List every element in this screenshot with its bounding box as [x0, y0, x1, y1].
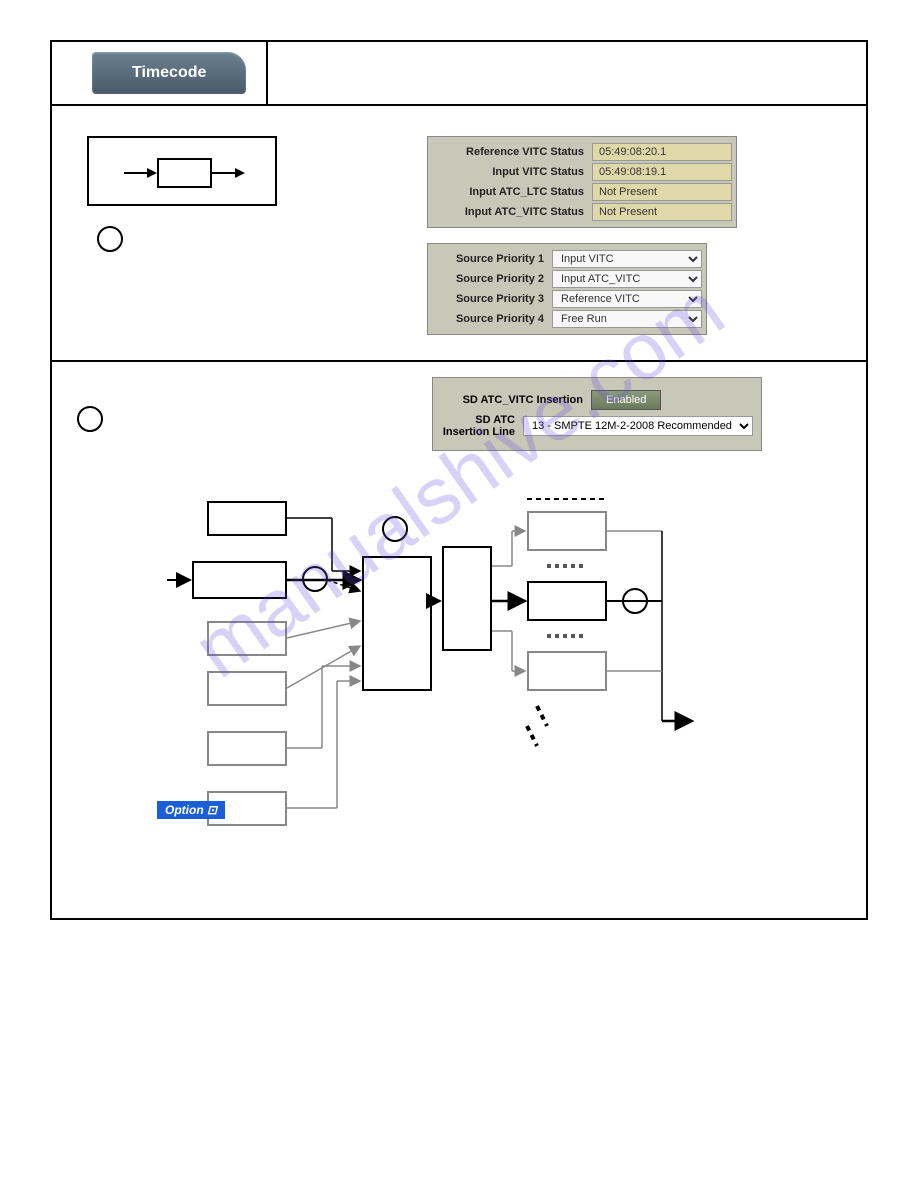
status-label: Input VITC Status — [432, 166, 592, 178]
status-label: Input ATC_LTC Status — [432, 186, 592, 198]
main-frame: Timecode Refe — [50, 40, 868, 920]
annotation-circle-a — [97, 226, 123, 252]
status-value: 05:49:08:19.1 — [592, 163, 732, 181]
process-box — [157, 158, 212, 188]
arrowhead-icon — [147, 168, 157, 178]
status-panel: Reference VITC Status 05:49:08:20.1 Inpu… — [427, 136, 737, 228]
mux-box — [362, 556, 432, 691]
source-box-2 — [192, 561, 287, 599]
output-box-1 — [527, 511, 607, 551]
flow-arrows — [72, 481, 846, 841]
section-divider — [52, 360, 866, 362]
priority-select-1[interactable]: Input VITC — [552, 250, 702, 268]
insertion-label: SD ATC_VITC Insertion — [441, 394, 591, 406]
annotation-circle-e — [622, 588, 648, 614]
header-row: Timecode — [52, 42, 866, 106]
output-box-2 — [527, 581, 607, 621]
option-badge: Option ⊡ — [157, 801, 225, 819]
status-value: Not Present — [592, 203, 732, 221]
status-value: Not Present — [592, 183, 732, 201]
priority-label: Source Priority 2 — [432, 273, 552, 285]
output-box-3 — [527, 651, 607, 691]
arrowhead-icon — [235, 168, 245, 178]
source-box-1 — [207, 501, 287, 536]
insertion-label: SD ATC Insertion Line — [441, 414, 523, 438]
annotation-circle-c — [302, 566, 328, 592]
source-box-4 — [207, 671, 287, 706]
priority-select-2[interactable]: Input ATC_VITC — [552, 270, 702, 288]
input-block-diagram — [87, 136, 277, 206]
source-box-3 — [207, 621, 287, 656]
source-box-5 — [207, 731, 287, 766]
priority-label: Source Priority 4 — [432, 313, 552, 325]
status-label: Input ATC_VITC Status — [432, 206, 592, 218]
priority-panel: Source Priority 1 Input VITC Source Prio… — [427, 243, 707, 335]
enabled-button[interactable]: Enabled — [591, 390, 661, 410]
flow-diagram: Option ⊡ — [72, 481, 846, 841]
priority-select-4[interactable]: Free Run — [552, 310, 702, 328]
priority-label: Source Priority 1 — [432, 253, 552, 265]
status-value: 05:49:08:20.1 — [592, 143, 732, 161]
insertion-line-select[interactable]: 13 - SMPTE 12M-2-2008 Recommended — [523, 416, 753, 436]
priority-label: Source Priority 3 — [432, 293, 552, 305]
timecode-tab-button[interactable]: Timecode — [92, 52, 246, 94]
diagram-line — [212, 172, 237, 174]
insertion-panel: SD ATC_VITC Insertion Enabled SD ATC Ins… — [432, 377, 762, 451]
header-right-cell — [266, 42, 866, 104]
process-box — [442, 546, 492, 651]
priority-select-3[interactable]: Reference VITC — [552, 290, 702, 308]
annotation-circle-b — [77, 406, 103, 432]
annotation-circle-d — [382, 516, 408, 542]
diagram-line — [124, 172, 149, 174]
status-label: Reference VITC Status — [432, 146, 592, 158]
